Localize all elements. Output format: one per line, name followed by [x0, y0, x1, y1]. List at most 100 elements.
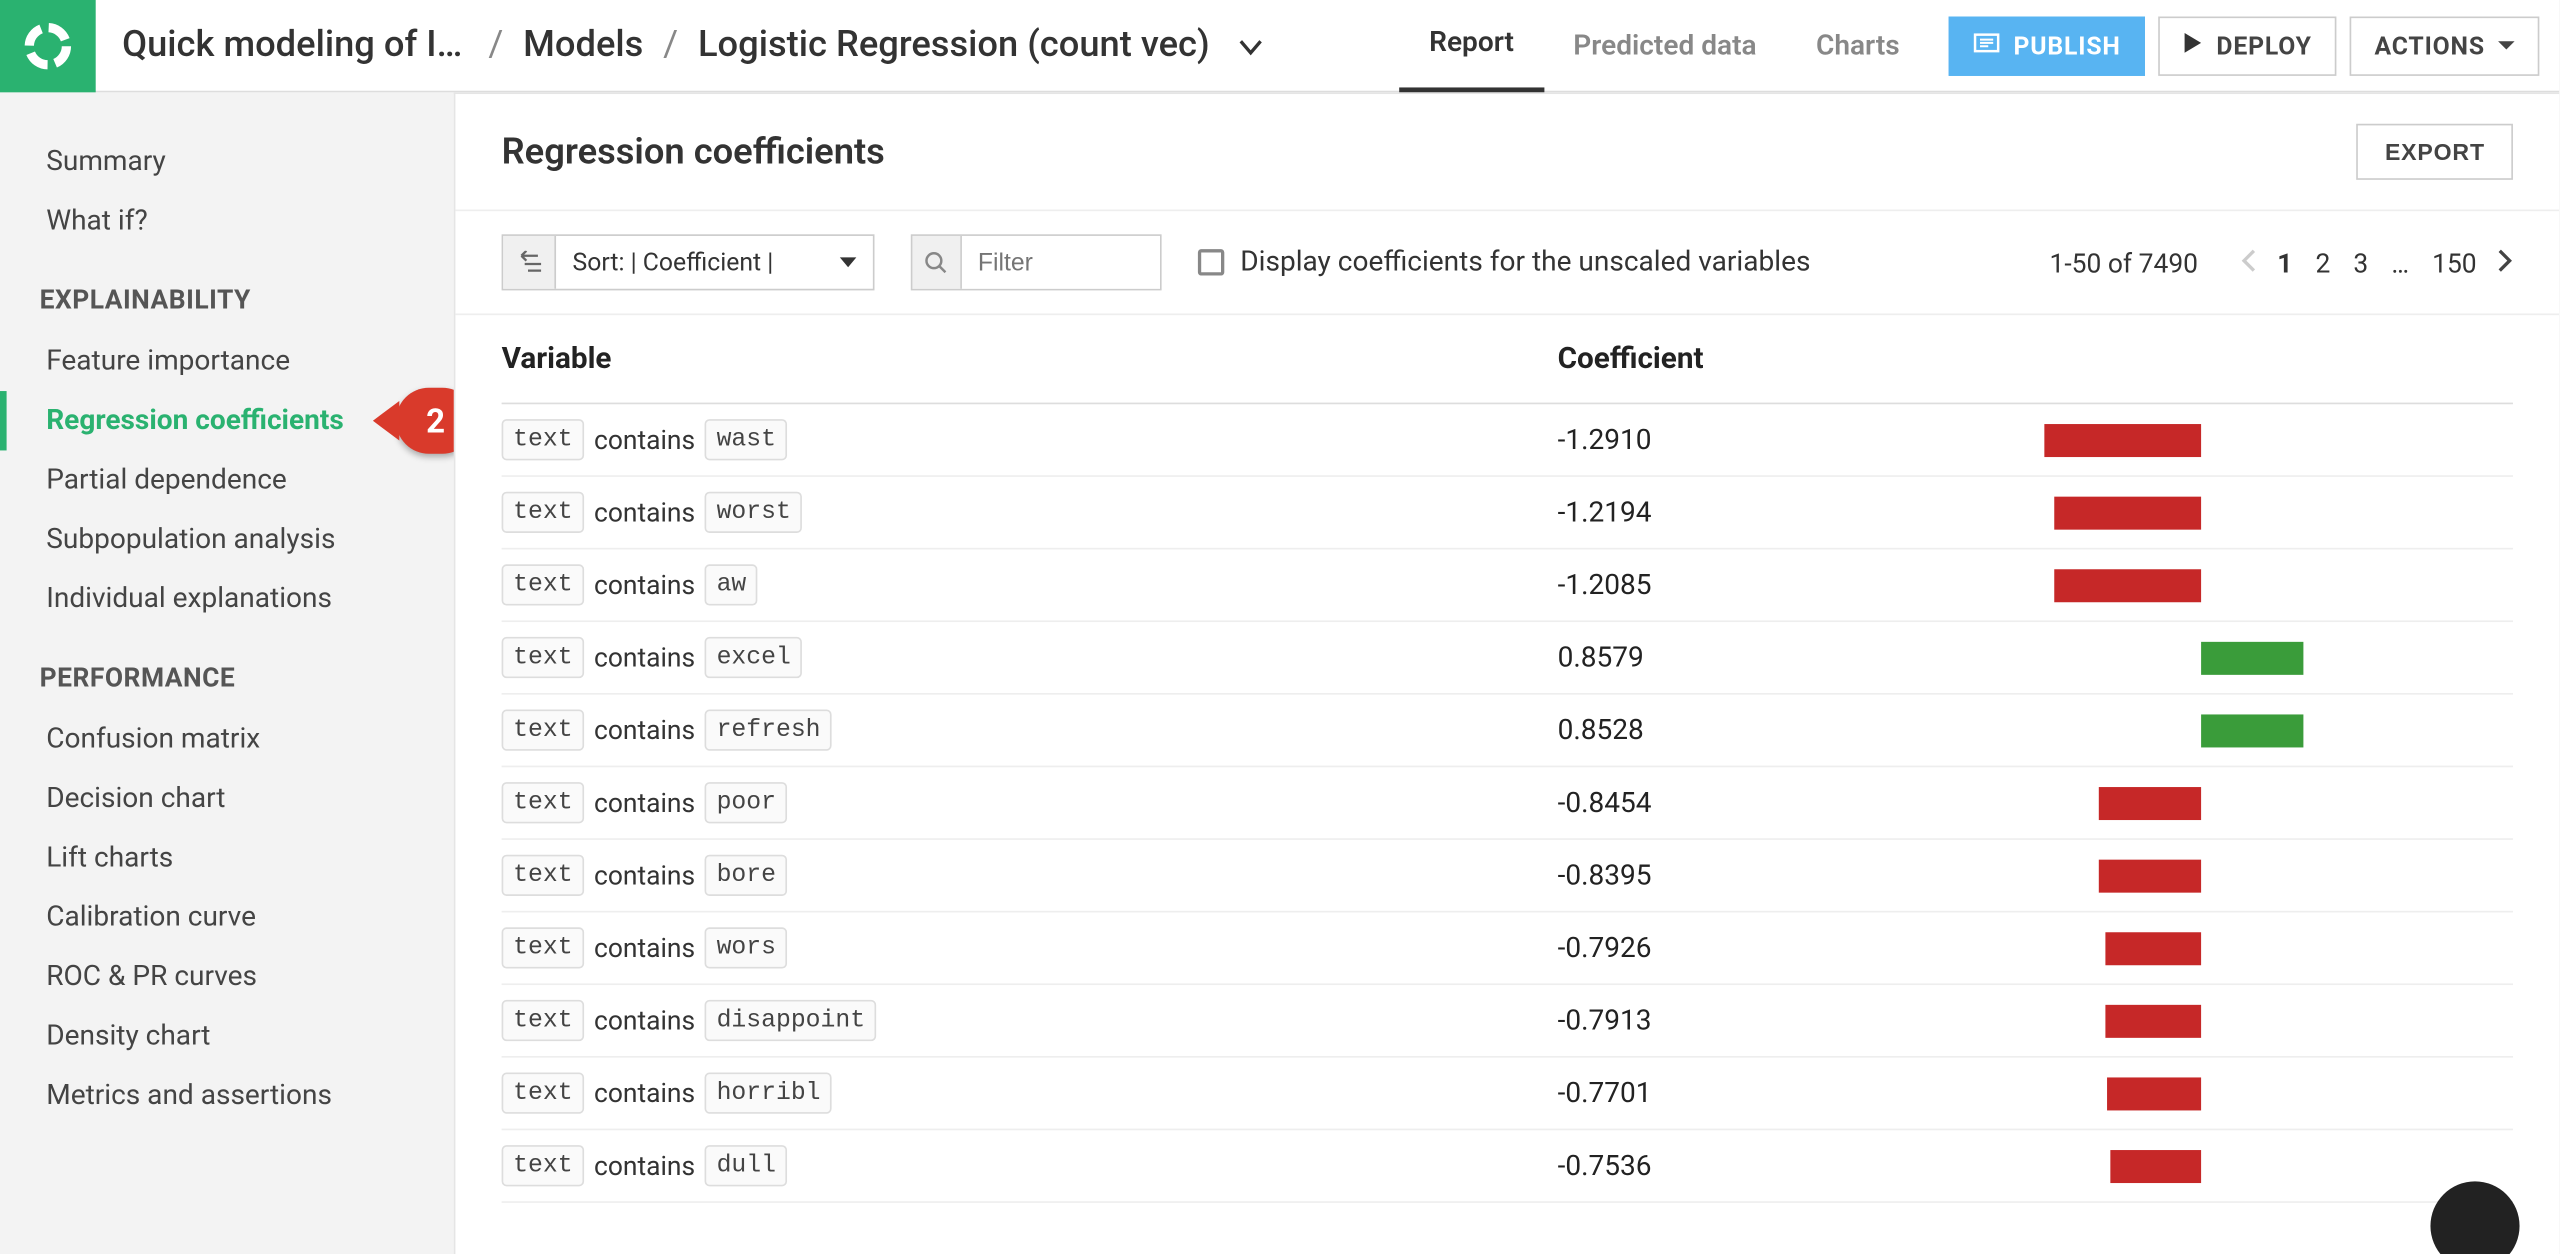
tab-predicted-data[interactable]: Predicted data — [1544, 0, 1787, 92]
coef-value: -0.7536 — [1558, 1149, 1888, 1182]
field-chip: text — [502, 419, 585, 460]
coef-value: 0.8579 — [1558, 641, 1888, 674]
pager-range: 1-50 of 7490 — [2050, 247, 2199, 278]
word-chip: wors — [705, 927, 788, 968]
word-chip: dull — [705, 1145, 788, 1186]
sidebar-header-explainability: EXPLAINABILITY — [0, 251, 454, 332]
top-buttons: PUBLISH DEPLOY ACTIONS — [1929, 16, 2559, 75]
breadcrumb-sep: / — [663, 25, 678, 66]
sidebar-item-lift-charts[interactable]: Lift charts — [0, 828, 454, 887]
coef-value: -1.2910 — [1558, 423, 1888, 456]
table-row[interactable]: textcontainshorribl-0.7701 — [502, 1058, 2513, 1131]
table-row[interactable]: textcontainswast-1.2910 — [502, 404, 2513, 477]
field-chip: text — [502, 1000, 585, 1041]
coef-bar — [1888, 714, 2513, 747]
pager-prev-icon[interactable] — [2241, 247, 2258, 278]
pager-page-3[interactable]: 3 — [2350, 247, 2371, 278]
page-title: Regression coefficients — [502, 131, 885, 172]
coef-value: -1.2085 — [1558, 568, 1888, 601]
breadcrumb-project[interactable]: Quick modeling of IMDB reviews — [122, 25, 469, 66]
coef-value: -0.8454 — [1558, 786, 1888, 819]
tab-report[interactable]: Report — [1399, 0, 1543, 92]
contains-text: contains — [594, 424, 695, 455]
pager-ellipsis: … — [2388, 247, 2412, 278]
field-chip: text — [502, 855, 585, 896]
contains-text: contains — [594, 1077, 695, 1108]
unscaled-label: Display coefficients for the unscaled va… — [1240, 246, 1810, 279]
coef-bar — [1888, 568, 2513, 601]
field-chip: text — [502, 564, 585, 605]
col-coefficient: Coefficient — [1558, 342, 1888, 377]
contains-text: contains — [594, 569, 695, 600]
pager-page-last[interactable]: 150 — [2429, 247, 2480, 278]
contains-text: contains — [594, 1150, 695, 1181]
app-logo[interactable] — [0, 0, 96, 92]
top-bar: Quick modeling of IMDB reviews / Models … — [0, 0, 2559, 92]
contains-text: contains — [594, 714, 695, 745]
coef-bar — [1888, 1149, 2513, 1182]
unscaled-checkbox-row[interactable]: Display coefficients for the unscaled va… — [1197, 246, 1810, 279]
chevron-down-icon — [839, 257, 856, 267]
field-chip: text — [502, 492, 585, 533]
pager-next-icon[interactable] — [2496, 247, 2513, 278]
coef-bar — [1888, 931, 2513, 964]
step-callout: 2 — [396, 388, 454, 454]
coef-value: -0.7926 — [1558, 931, 1888, 964]
table-row[interactable]: textcontainspoor-0.8454 — [502, 767, 2513, 840]
sidebar-item-regression-coefficients[interactable]: Regression coefficients 2 — [0, 391, 454, 450]
pager-page-2[interactable]: 2 — [2312, 247, 2333, 278]
sidebar-item-density-chart[interactable]: Density chart — [0, 1007, 454, 1066]
sidebar-item-summary[interactable]: Summary — [0, 132, 454, 191]
coef-bar — [1888, 1004, 2513, 1037]
table-row[interactable]: textcontainsworst-1.2194 — [502, 477, 2513, 550]
filter-input[interactable] — [961, 236, 1159, 289]
table-row[interactable]: textcontainsbore-0.8395 — [502, 840, 2513, 913]
checkbox-icon[interactable] — [1197, 249, 1223, 275]
publish-button[interactable]: PUBLISH — [1949, 16, 2145, 75]
sidebar-item-roc-pr[interactable]: ROC & PR curves — [0, 947, 454, 1006]
deploy-button[interactable]: DEPLOY — [2159, 16, 2337, 75]
play-icon — [2183, 30, 2203, 61]
sidebar-item-whatif[interactable]: What if? — [0, 191, 454, 250]
sidebar-item-calibration-curve[interactable]: Calibration curve — [0, 888, 454, 947]
breadcrumb-model[interactable]: Logistic Regression (count vec) — [698, 25, 1210, 66]
sidebar-item-decision-chart[interactable]: Decision chart — [0, 769, 454, 828]
coef-bar — [1888, 496, 2513, 529]
coef-bar — [1888, 1077, 2513, 1110]
publish-label: PUBLISH — [2014, 31, 2121, 61]
field-chip: text — [502, 637, 585, 678]
sidebar-item-feature-importance[interactable]: Feature importance — [0, 332, 454, 391]
publish-icon — [1974, 29, 2000, 62]
table-row[interactable]: textcontainsrefresh0.8528 — [502, 695, 2513, 768]
sidebar-item-confusion-matrix[interactable]: Confusion matrix — [0, 710, 454, 769]
sidebar-item-individual-explanations[interactable]: Individual explanations — [0, 569, 454, 628]
word-chip: horribl — [705, 1073, 832, 1114]
table-row[interactable]: textcontainsaw-1.2085 — [502, 549, 2513, 622]
table-row[interactable]: textcontainsdull-0.7536 — [502, 1130, 2513, 1203]
sidebar-item-subpopulation[interactable]: Subpopulation analysis — [0, 510, 454, 569]
coef-bar — [1888, 641, 2513, 674]
controls-row: Sort: | Coefficient | Display coefficien… — [455, 211, 2559, 315]
breadcrumb-dropdown-icon[interactable] — [1239, 25, 1262, 66]
sort-dropdown[interactable]: Sort: | Coefficient | — [502, 234, 874, 290]
word-chip: worst — [705, 492, 802, 533]
table-row[interactable]: textcontainsexcel0.8579 — [502, 622, 2513, 695]
export-button[interactable]: EXPORT — [2357, 124, 2513, 180]
field-chip: text — [502, 782, 585, 823]
sidebar-header-performance: PERFORMANCE — [0, 629, 454, 710]
main-panel: Regression coefficients EXPORT Sort: | C… — [454, 92, 2559, 1254]
pager-page-1[interactable]: 1 — [2274, 247, 2296, 278]
contains-text: contains — [594, 860, 695, 891]
coef-value: -0.7913 — [1558, 1004, 1888, 1037]
coef-bar — [1888, 423, 2513, 456]
table-row[interactable]: textcontainswors-0.7926 — [502, 912, 2513, 985]
filter-box — [910, 234, 1161, 290]
tab-charts[interactable]: Charts — [1786, 0, 1929, 92]
sidebar-item-metrics-assertions[interactable]: Metrics and assertions — [0, 1066, 454, 1125]
actions-label: ACTIONS — [2375, 31, 2485, 61]
actions-button[interactable]: ACTIONS — [2350, 16, 2540, 75]
table-row[interactable]: textcontainsdisappoint-0.7913 — [502, 985, 2513, 1058]
sidebar-item-partial-dependence[interactable]: Partial dependence — [0, 450, 454, 509]
sidebar-item-label: Regression coefficients — [46, 404, 344, 437]
breadcrumb-models[interactable]: Models — [523, 25, 643, 66]
